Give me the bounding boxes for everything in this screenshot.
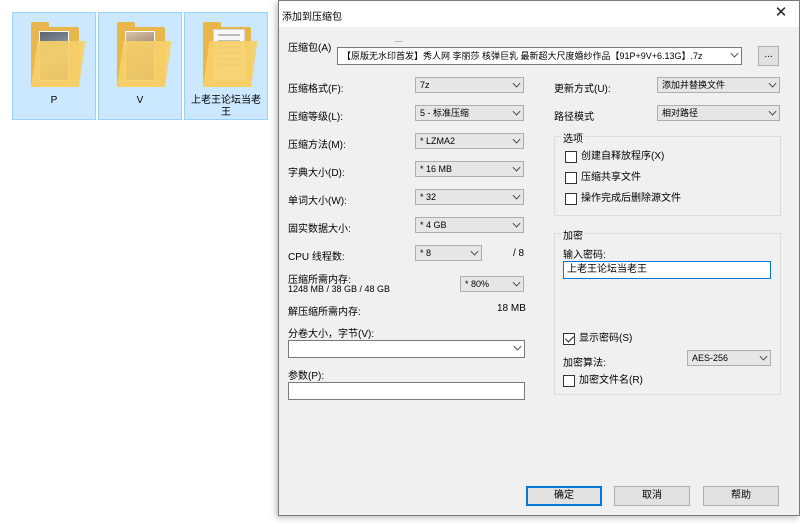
archive-name-combobox[interactable]: 【原版无水印首发】秀人网 李丽莎 核弹巨乳 最新超大尺度婚纱作品【91P+9V+… [337,47,742,65]
level-select[interactable]: 5 - 标准压缩 [415,105,524,121]
mem-compress-detail: 1248 MB / 38 GB / 48 GB [288,284,391,294]
chevron-down-icon [512,79,521,88]
sfx-checkbox[interactable]: 创建自释放程序(X) [565,151,664,163]
dialog-title: 添加到压缩包 [282,12,342,23]
folder-icon [31,22,86,87]
chevron-down-icon [768,107,777,116]
mem-decompress-label: 解压缩所需内存: [288,307,361,318]
solid-value: * 4 GB [420,220,447,230]
folder-item-v[interactable]: V [98,12,182,120]
encryption-group: 加密 输入密码: 上老王论坛当老王 显示密码(S) 加密算法: AES-256 … [554,227,781,395]
word-value: * 32 [420,192,437,202]
chevron-down-icon [512,107,521,116]
threads-total: / 8 [513,248,525,259]
chevron-down-icon [730,49,739,58]
solid-select[interactable]: * 4 GB [415,217,524,233]
options-title: 选项 [561,130,585,145]
format-value: 7z [420,80,430,90]
checkbox-icon [565,172,577,184]
encryption-title: 加密 [561,227,585,242]
dict-label: 字典大小(D): [288,168,345,179]
level-value: 5 - 标准压缩 [420,108,470,118]
chevron-down-icon [513,342,522,351]
dict-value: * 16 MB [420,164,453,174]
folder-label: 上老王论坛当老王 [191,95,261,118]
path-mode-select[interactable]: 相对路径 [657,105,780,121]
folder-icon [203,22,258,87]
archive-path-hint: ... [395,34,403,44]
folder-item-p[interactable]: P [12,12,96,120]
options-group: 选项 创建自释放程序(X) 压缩共享文件 操作完成后删除源文件 [554,130,781,216]
algo-label: 加密算法: [563,358,606,369]
shared-files-checkbox[interactable]: 压缩共享文件 [565,172,641,184]
encryption-method-select[interactable]: AES-256 [687,350,771,366]
threads-value: * 8 [420,248,432,258]
volume-label: 分卷大小，字节(V): [288,329,375,340]
mem-usage-value: * 80% [465,279,490,289]
chevron-down-icon [768,79,777,88]
algo-value: AES-256 [692,353,729,363]
help-button[interactable]: 帮助 [703,486,779,506]
level-label: 压缩等级(L): [288,112,343,123]
folder-item-laowang[interactable]: 上老王论坛当老王 [184,12,268,120]
cancel-button[interactable]: 取消 [614,486,690,506]
show-password-label: 显示密码(S) [579,333,633,344]
dialog-titlebar: 添加到压缩包 ✕ [279,1,799,27]
dict-select[interactable]: * 16 MB [415,161,524,177]
add-to-archive-dialog: 添加到压缩包 ✕ 压缩包(A) ... 【原版无水印首发】秀人网 李丽莎 核弹巨… [278,0,800,516]
browse-button[interactable]: ... [758,46,779,66]
mem-decompress-value: 18 MB [497,303,526,314]
chevron-down-icon [512,163,521,172]
pathmode-label: 路径模式 [554,112,594,123]
password-input[interactable]: 上老王论坛当老王 [563,261,771,279]
chevron-down-icon [512,219,521,228]
archive-name-value: 【原版无水印首发】秀人网 李丽莎 核弹巨乳 最新超大尺度婚纱作品【91P+9V+… [342,51,703,61]
threads-select[interactable]: * 8 [415,245,482,261]
checkbox-checked-icon [563,333,575,345]
update-mode-select[interactable]: 添加并替换文件 [657,77,780,93]
chevron-down-icon [512,135,521,144]
delete-label: 操作完成后删除源文件 [581,193,681,204]
chevron-down-icon [470,247,479,256]
show-password-checkbox[interactable]: 显示密码(S) [563,333,632,345]
method-value: * LZMA2 [420,136,456,146]
shared-label: 压缩共享文件 [581,172,641,183]
folder-label: V [136,95,144,106]
volume-size-combobox[interactable] [288,340,525,358]
archive-label: 压缩包(A) [288,43,332,54]
ok-button[interactable]: 确定 [526,486,602,506]
checkbox-icon [565,151,577,163]
folder-label: P [50,95,58,106]
checkbox-icon [563,375,575,387]
encrypt-names-label: 加密文件名(R) [579,375,643,386]
format-label: 压缩格式(F): [288,84,344,95]
encrypt-names-checkbox[interactable]: 加密文件名(R) [563,375,643,387]
pathmode-value: 相对路径 [662,108,699,118]
folder-icon [117,22,172,87]
update-label: 更新方式(U): [554,84,611,95]
sfx-label: 创建自释放程序(X) [581,151,665,162]
update-value: 添加并替换文件 [662,80,726,90]
checkbox-icon [565,193,577,205]
word-select[interactable]: * 32 [415,189,524,205]
format-select[interactable]: 7z [415,77,524,93]
solid-label: 固实数据大小: [288,224,351,235]
word-label: 单词大小(W): [288,196,347,207]
password-label: 输入密码: [563,250,606,261]
close-icon[interactable]: ✕ [769,3,793,23]
chevron-down-icon [512,278,521,287]
method-select[interactable]: * LZMA2 [415,133,524,149]
chevron-down-icon [512,191,521,200]
chevron-down-icon [759,352,768,361]
threads-label: CPU 线程数: [288,252,345,263]
delete-after-checkbox[interactable]: 操作完成后删除源文件 [565,193,681,205]
mem-usage-select[interactable]: * 80% [460,276,524,292]
method-label: 压缩方法(M): [288,140,346,151]
params-input[interactable] [288,382,525,400]
params-label: 参数(P): [288,371,325,382]
